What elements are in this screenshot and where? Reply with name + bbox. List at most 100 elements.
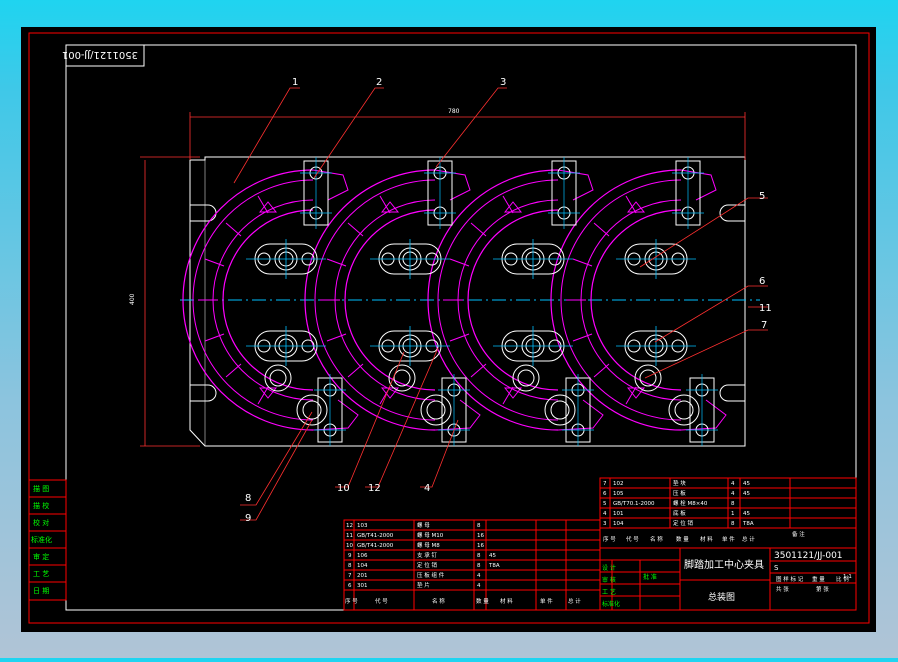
svg-text:3: 3 — [603, 521, 607, 527]
svg-text:8: 8 — [731, 521, 735, 527]
svg-text:垫 块: 垫 块 — [673, 479, 686, 487]
drawing-number: 3501121/JJ-001 — [774, 551, 843, 561]
svg-text:数 量: 数 量 — [476, 597, 489, 605]
svg-text:45: 45 — [743, 511, 750, 517]
callout-7: 7 — [761, 320, 767, 331]
svg-text:103: 103 — [357, 523, 368, 529]
svg-text:螺 栓 M8×40: 螺 栓 M8×40 — [673, 499, 708, 507]
svg-text:序 号: 序 号 — [603, 535, 616, 543]
svg-text:GB/T70.1-2000: GB/T70.1-2000 — [613, 501, 655, 507]
svg-text:总 计: 总 计 — [568, 597, 581, 605]
svg-text:材 料: 材 料 — [500, 597, 513, 605]
callout-4: 4 — [424, 483, 430, 494]
left-row-5: 工 艺 — [33, 570, 49, 578]
svg-text:104: 104 — [357, 563, 368, 569]
svg-text:6: 6 — [603, 491, 607, 497]
svg-text:12: 12 — [346, 523, 353, 529]
svg-text:垫 片: 垫 片 — [417, 581, 430, 589]
svg-text:101: 101 — [613, 511, 624, 517]
svg-text:名 称: 名 称 — [650, 535, 663, 543]
callout-5: 5 — [759, 191, 765, 202]
svg-text:定 位 销: 定 位 销 — [417, 561, 437, 569]
callout-1: 1 — [292, 77, 298, 88]
drawing-title: 脚踏加工中心夹具 — [684, 558, 764, 571]
svg-text:底 板: 底 板 — [673, 509, 686, 517]
svg-text:代 号: 代 号 — [375, 597, 388, 605]
svg-text:10: 10 — [346, 543, 353, 549]
svg-text:8: 8 — [731, 501, 735, 507]
svg-text:螺 母 M8: 螺 母 M8 — [417, 541, 440, 549]
svg-text:备 注: 备 注 — [792, 530, 805, 538]
callout-6: 6 — [759, 276, 765, 287]
svg-text:301: 301 — [357, 583, 368, 589]
svg-text:图 样 标 记: 图 样 标 记 — [776, 575, 804, 583]
svg-text:单 件: 单 件 — [722, 535, 735, 543]
svg-text:设 计: 设 计 — [602, 564, 616, 572]
svg-text:9: 9 — [348, 553, 352, 559]
svg-text:第 张: 第 张 — [816, 585, 829, 593]
svg-text:螺 母: 螺 母 — [417, 521, 430, 529]
left-row-6: 日 期 — [33, 587, 49, 595]
svg-text:GB/T41-2000: GB/T41-2000 — [357, 543, 394, 549]
height-dimension: 400 — [129, 293, 136, 305]
svg-text:共 张: 共 张 — [776, 585, 789, 593]
svg-text:材 料: 材 料 — [700, 535, 713, 543]
svg-text:重 量: 重 量 — [812, 575, 825, 583]
svg-text:单 件: 单 件 — [540, 597, 553, 605]
svg-text:4: 4 — [477, 573, 481, 579]
svg-text:GB/T41-2000: GB/T41-2000 — [357, 533, 394, 539]
svg-text:批 准: 批 准 — [643, 573, 657, 581]
svg-text:4: 4 — [731, 491, 735, 497]
svg-text:标准化: 标准化 — [602, 600, 620, 608]
svg-text:4: 4 — [477, 583, 481, 589]
callout-2: 2 — [376, 77, 382, 88]
svg-text:104: 104 — [613, 521, 624, 527]
svg-text:压 板 组 件: 压 板 组 件 — [417, 571, 445, 579]
left-row-4: 审 定 — [33, 552, 49, 561]
svg-text:16: 16 — [477, 533, 484, 539]
svg-text:106: 106 — [357, 553, 368, 559]
svg-text:工 艺: 工 艺 — [602, 588, 616, 596]
svg-text:支 承 钉: 支 承 钉 — [417, 551, 437, 559]
svg-text:7: 7 — [348, 573, 352, 579]
callout-3: 3 — [500, 77, 506, 88]
svg-text:102: 102 — [613, 481, 624, 487]
svg-text:45: 45 — [489, 553, 496, 559]
callout-10: 10 — [337, 483, 350, 494]
width-dimension: 780 — [448, 108, 460, 115]
svg-text:1: 1 — [731, 511, 735, 517]
svg-text:4: 4 — [603, 511, 607, 517]
top-stamp: 3501121/JJ-001 — [62, 49, 138, 60]
sheet-mark: S — [774, 564, 779, 572]
svg-text:代 号: 代 号 — [626, 535, 639, 543]
svg-text:螺 母 M10: 螺 母 M10 — [417, 531, 444, 539]
svg-text:105: 105 — [613, 491, 624, 497]
svg-text:6: 6 — [348, 583, 352, 589]
left-row-0: 描 图 — [33, 484, 49, 493]
drawing-subtitle: 总装图 — [708, 591, 735, 603]
svg-text:8: 8 — [477, 523, 481, 529]
svg-text:8: 8 — [348, 563, 352, 569]
svg-text:压 板: 压 板 — [673, 489, 686, 497]
svg-text:序 号: 序 号 — [345, 597, 358, 605]
callout-11: 11 — [759, 303, 772, 314]
left-row-2: 校 对 — [33, 518, 49, 527]
svg-text:5: 5 — [603, 501, 607, 507]
drawing-sheet: 3501121/JJ-001 780 400 1 2 3 4 5 6 7 8 9… — [21, 27, 876, 632]
svg-text:1:1: 1:1 — [843, 574, 852, 580]
svg-text:4: 4 — [731, 481, 735, 487]
svg-text:T8A: T8A — [742, 521, 754, 527]
callout-8: 8 — [245, 493, 251, 504]
left-row-1: 描 校 — [33, 501, 49, 510]
svg-text:8: 8 — [477, 563, 481, 569]
left-row-3: 标准化 — [31, 535, 52, 544]
svg-text:定 位 销: 定 位 销 — [673, 519, 693, 527]
svg-text:16: 16 — [477, 543, 484, 549]
svg-text:8: 8 — [477, 553, 481, 559]
svg-text:45: 45 — [743, 491, 750, 497]
svg-text:数 量: 数 量 — [676, 535, 689, 543]
svg-text:审 核: 审 核 — [602, 576, 616, 584]
svg-text:11: 11 — [346, 533, 353, 539]
svg-text:T8A: T8A — [488, 563, 500, 569]
cad-viewport: 3501121/JJ-001 780 400 1 2 3 4 5 6 7 8 9… — [0, 0, 898, 658]
